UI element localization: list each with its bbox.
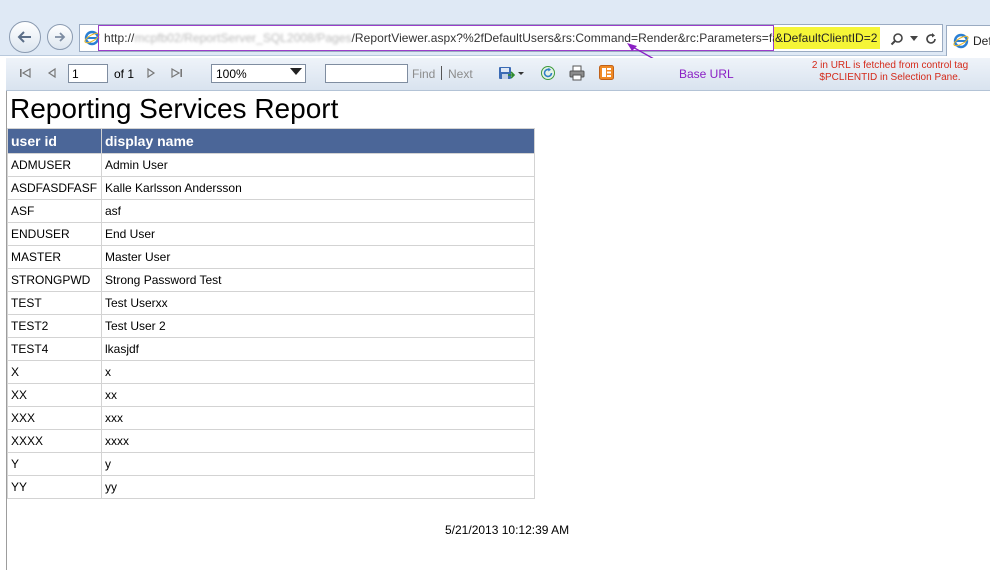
- user-id-cell: ENDUSER: [7, 222, 102, 246]
- atom-feed-icon[interactable]: [599, 65, 614, 80]
- users-table: user id display name ADMUSER Admin User AS…: [7, 128, 535, 499]
- table-row: ENDUSER End User: [7, 222, 535, 246]
- base-url-annotation: Base URL: [679, 67, 734, 81]
- user-id-cell: Y: [7, 452, 102, 476]
- refresh-icon[interactable]: [540, 65, 556, 81]
- find-link[interactable]: Find: [412, 67, 435, 81]
- report-title: Reporting Services Report: [10, 93, 339, 124]
- user-id-cell: XX: [7, 383, 102, 407]
- find-input[interactable]: [325, 64, 408, 83]
- table-row: STRONGPWD Strong Password Test: [7, 268, 535, 292]
- address-bar[interactable]: http://mcpfb02/ReportServer_SQL2008/Page…: [79, 24, 943, 52]
- display-name-cell: Kalle Karlsson Andersson: [101, 176, 535, 200]
- refresh-page-icon[interactable]: [924, 32, 938, 46]
- table-row: Yy: [7, 452, 535, 476]
- toolbar-separator: [441, 66, 442, 80]
- table-row: TEST4 lkasjdf: [7, 337, 535, 361]
- display-name-cell: yy: [101, 475, 535, 499]
- tab-label: Def: [973, 34, 990, 48]
- report-timestamp: 5/21/2013 10:12:39 AM: [445, 523, 570, 537]
- user-id-cell: ASF: [7, 199, 102, 223]
- back-button[interactable]: [9, 21, 41, 53]
- browser-tab[interactable]: Def: [946, 25, 990, 56]
- display-name-cell: Test Userxx: [101, 291, 535, 315]
- page-count-label: of 1: [114, 67, 135, 81]
- user-id-cell: ASDFASDFASF: [7, 176, 102, 200]
- user-id-cell: STRONGPWD: [7, 268, 102, 292]
- display-name-cell: End User: [101, 222, 535, 246]
- forward-button[interactable]: [47, 24, 73, 50]
- display-name-cell: xxxx: [101, 429, 535, 453]
- table-row: TEST2 Test User 2: [7, 314, 535, 338]
- display-name-cell: lkasjdf: [101, 337, 535, 361]
- last-page-icon[interactable]: [170, 66, 184, 80]
- page-number-input[interactable]: [68, 64, 108, 83]
- url-path: /ReportViewer.aspx?%2fDefaultUsers&rs:Co…: [351, 31, 795, 45]
- display-name-cell: asf: [101, 199, 535, 223]
- display-name-cell: Master User: [101, 245, 535, 269]
- dropdown-caret-icon[interactable]: [910, 36, 918, 42]
- search-icon[interactable]: [890, 32, 904, 46]
- user-id-cell: MASTER: [7, 245, 102, 269]
- zoom-value: 100%: [216, 67, 247, 81]
- display-name-cell: xxx: [101, 406, 535, 430]
- forward-arrow-icon: [55, 32, 66, 42]
- user-id-cell: YY: [7, 475, 102, 499]
- display-name-cell: xx: [101, 383, 535, 407]
- user-id-cell: X: [7, 360, 102, 384]
- url-client-id-highlight: &DefaultClientID=2: [774, 27, 881, 49]
- url-blurred-host: mcpfb02/ReportServer_SQL2008/Pages: [134, 31, 352, 45]
- table-row: ASF asf: [7, 199, 535, 223]
- user-id-cell: XXXX: [7, 429, 102, 453]
- display-name-cell: Admin User: [101, 153, 535, 177]
- table-row: Xx: [7, 360, 535, 384]
- client-id-note-line2: $PCLIENTID in Selection Pane.: [819, 72, 961, 83]
- table-row: YY yy: [7, 475, 535, 499]
- table-row: TEST Test Userxx: [7, 291, 535, 315]
- url-prefix: http://: [104, 31, 135, 45]
- address-tools: [890, 28, 938, 50]
- table-row: ASDFASDFASF Kalle Karlsson Andersson: [7, 176, 535, 200]
- table-row: XXX xxx: [7, 406, 535, 430]
- print-icon[interactable]: [569, 65, 585, 81]
- previous-page-icon[interactable]: [46, 66, 58, 80]
- url-text: http://mcpfb02/ReportServer_SQL2008/Page…: [104, 31, 794, 45]
- table-row: XX xx: [7, 383, 535, 407]
- table-header-row: user id display name: [7, 128, 535, 154]
- export-icon[interactable]: [498, 65, 528, 81]
- user-id-cell: TEST4: [7, 337, 102, 361]
- back-arrow-icon: [17, 31, 31, 43]
- first-page-icon[interactable]: [18, 66, 32, 80]
- table-row: XXXX xxxx: [7, 429, 535, 453]
- table-row: MASTER Master User: [7, 245, 535, 269]
- report-area: Reporting Services Report user id displa…: [6, 91, 990, 570]
- column-header-user-id: user id: [7, 128, 102, 154]
- client-id-note: 2 in URL is fetched from control tag $PC…: [790, 60, 990, 84]
- zoom-caret-icon: [290, 68, 302, 75]
- next-page-icon[interactable]: [145, 66, 157, 80]
- tab-ie-icon: [953, 33, 969, 49]
- column-header-display-name: display name: [101, 128, 535, 154]
- client-id-note-line1: 2 in URL is fetched from control tag: [811, 60, 969, 71]
- display-name-cell: y: [101, 452, 535, 476]
- find-next-link[interactable]: Next: [448, 67, 473, 81]
- browser-chrome: http://mcpfb02/ReportServer_SQL2008/Page…: [0, 0, 990, 56]
- user-id-cell: TEST: [7, 291, 102, 315]
- display-name-cell: x: [101, 360, 535, 384]
- display-name-cell: Strong Password Test: [101, 268, 535, 292]
- user-id-cell: TEST2: [7, 314, 102, 338]
- display-name-cell: Test User 2: [101, 314, 535, 338]
- user-id-cell: ADMUSER: [7, 153, 102, 177]
- zoom-select[interactable]: 100%: [211, 64, 306, 83]
- table-row: ADMUSER Admin User: [7, 153, 535, 177]
- user-id-cell: XXX: [7, 406, 102, 430]
